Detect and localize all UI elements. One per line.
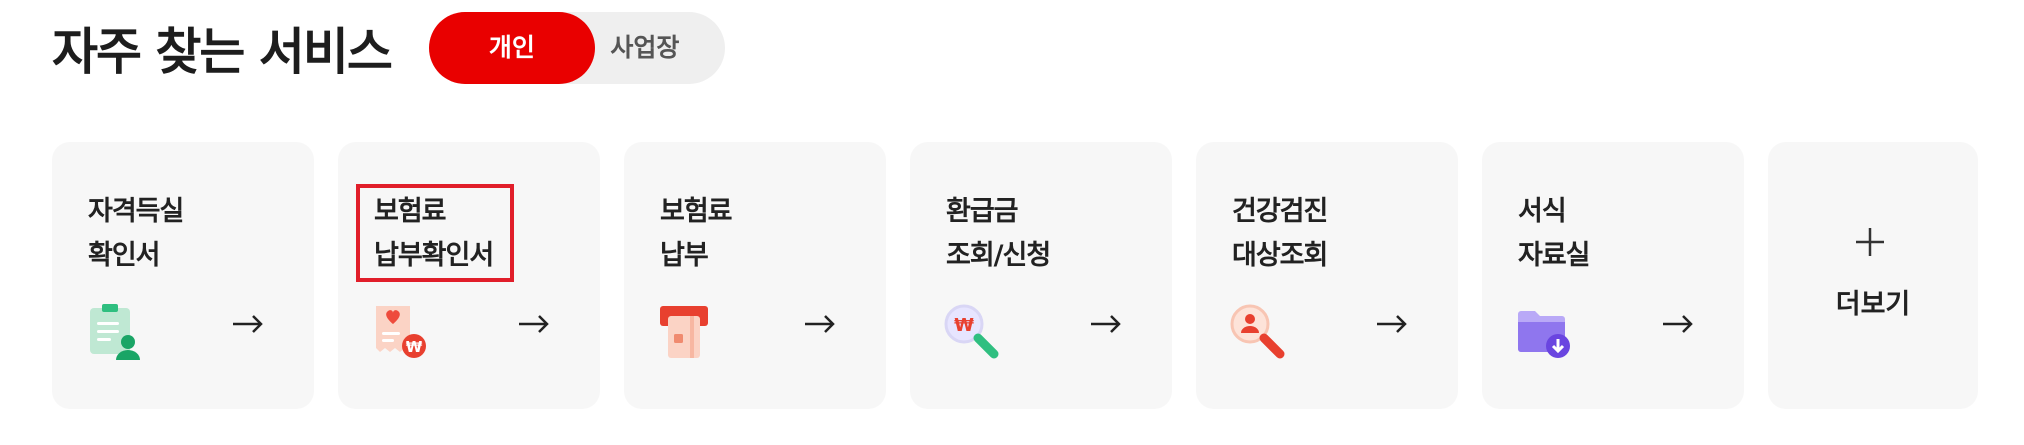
card-label: 서식 자료실 <box>1518 190 1591 278</box>
service-card-health-checkup-inquiry[interactable]: 건강검진 대상조회 <box>1196 142 1458 409</box>
more-label: 더보기 <box>1835 289 1911 320</box>
service-card-forms-library[interactable]: 서식 자료실 <box>1482 142 1744 409</box>
service-card-qualification-certificate[interactable]: 자격득실 확인서 <box>52 142 314 409</box>
arrow-right-icon <box>1663 315 1693 333</box>
id-document-icon <box>90 304 140 360</box>
card-label-line1: 서식 <box>1518 196 1567 227</box>
plus-icon <box>1856 228 1884 256</box>
card-label-line2: 납부 <box>660 240 709 271</box>
header: 자주 찾는 서비스 개인 사업장 <box>52 12 725 84</box>
magnifier-won-icon: ₩ <box>944 304 999 359</box>
folder-download-icon <box>1518 311 1570 358</box>
toggle-business[interactable]: 사업장 <box>595 12 695 84</box>
card-payment-icon <box>660 306 708 358</box>
card-label-line1: 보험료 <box>374 196 447 227</box>
svg-text:₩: ₩ <box>954 315 974 336</box>
card-label-line2: 확인서 <box>88 240 161 271</box>
arrow-right-icon <box>233 315 263 333</box>
user-type-toggle[interactable]: 개인 사업장 <box>428 12 725 84</box>
section-title: 자주 찾는 서비스 <box>52 23 393 81</box>
more-services-button[interactable]: 더보기 <box>1768 142 1978 409</box>
card-label-line1: 환급금 <box>946 196 1019 227</box>
card-label-line2: 납부확인서 <box>374 240 494 271</box>
card-label-line1: 건강검진 <box>1232 196 1328 227</box>
service-card-premium-payment[interactable]: 보험료 납부 <box>624 142 886 409</box>
card-label: 환급금 조회/신청 <box>946 190 1051 278</box>
card-label: 보험료 납부 <box>660 190 733 278</box>
arrow-right-icon <box>1091 315 1121 333</box>
svg-text:₩: ₩ <box>406 338 423 356</box>
card-label: 건강검진 대상조회 <box>1232 190 1328 278</box>
card-label-line2: 대상조회 <box>1232 240 1328 271</box>
arrow-right-icon <box>805 315 835 333</box>
service-card-premium-payment-certificate[interactable]: 보험료 납부확인서 ₩ <box>338 142 600 409</box>
arrow-right-icon <box>519 315 549 333</box>
card-label-line2: 조회/신청 <box>946 240 1051 271</box>
card-label-line2: 자료실 <box>1518 240 1591 271</box>
card-label: 자격득실 확인서 <box>88 190 184 278</box>
magnifier-person-icon <box>1230 304 1285 359</box>
card-label-line1: 보험료 <box>660 196 733 227</box>
arrow-right-icon <box>1377 315 1407 333</box>
toggle-personal[interactable]: 개인 <box>428 12 595 84</box>
card-label-line1: 자격득실 <box>88 196 184 227</box>
service-card-refund-inquiry[interactable]: 환급금 조회/신청 ₩ <box>910 142 1172 409</box>
card-label: 보험료 납부확인서 <box>374 190 494 278</box>
receipt-won-icon: ₩ <box>376 306 426 358</box>
